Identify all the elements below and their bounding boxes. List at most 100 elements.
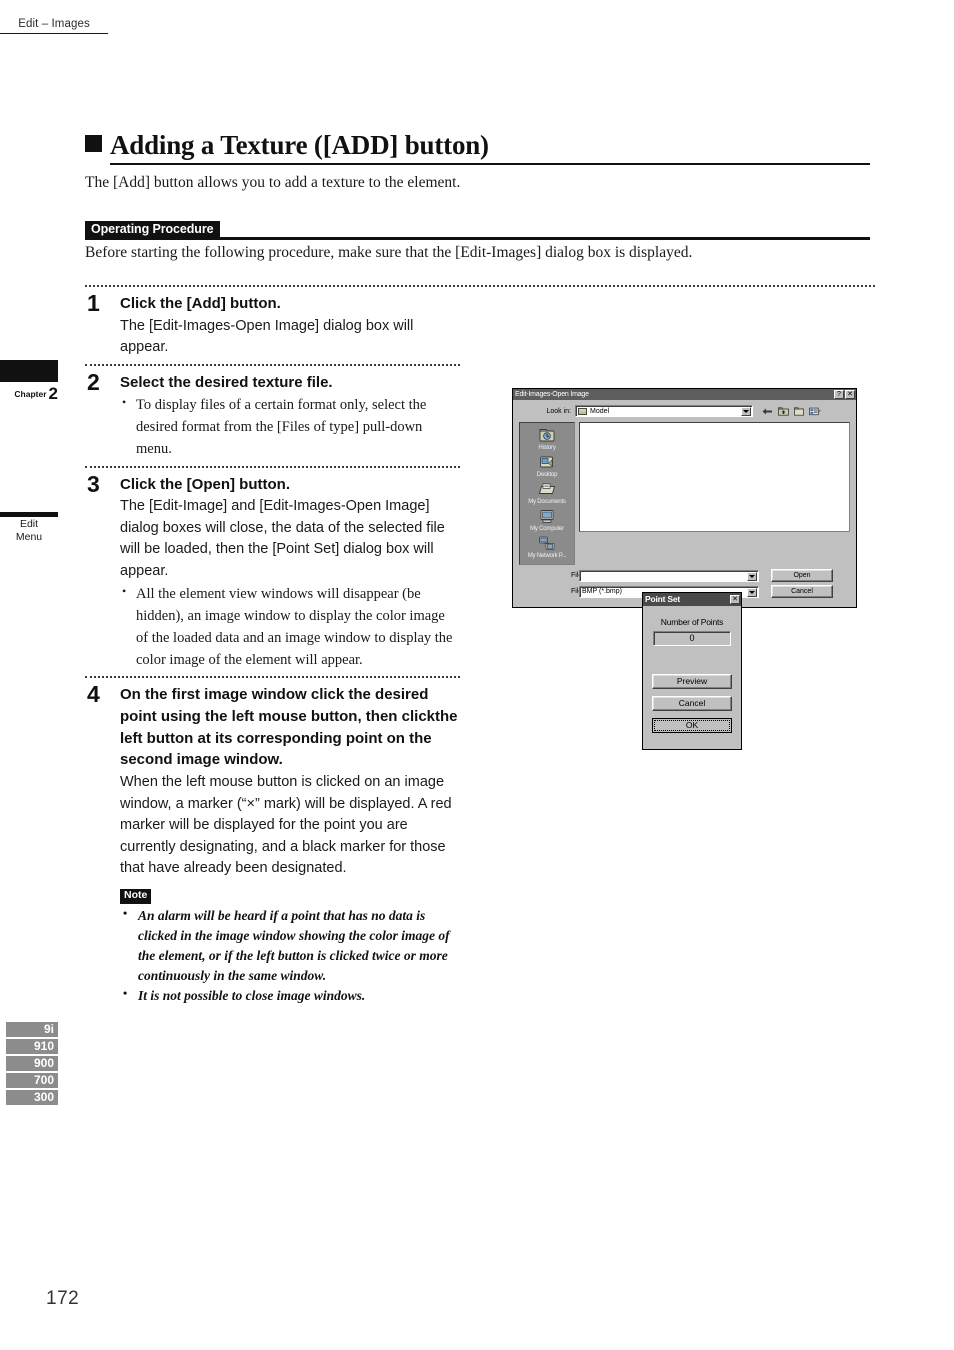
- place-label: My Network P...: [527, 553, 567, 559]
- cancel-button[interactable]: Cancel: [771, 585, 833, 598]
- close-icon[interactable]: ✕: [845, 390, 855, 399]
- chapter-label: Chapter 2: [0, 385, 58, 402]
- look-in-combo[interactable]: Model: [575, 405, 753, 417]
- file-name-label: File name:: [571, 572, 604, 579]
- place-label: My Documents: [528, 499, 566, 505]
- history-folder-icon: [537, 427, 557, 444]
- chapter-number: 2: [48, 384, 58, 403]
- dialog-titlebar: Edit-Images-Open Image ? ✕: [513, 389, 856, 400]
- step-item: 2 Select the desired texture file. To di…: [85, 366, 460, 466]
- model-tab: 900: [6, 1056, 58, 1071]
- page-number: 172: [46, 1288, 80, 1309]
- intro-paragraph: The [Add] button allows you to add a tex…: [85, 174, 461, 191]
- look-in-row: Look in: Model: [519, 405, 850, 417]
- my-computer-icon: [537, 508, 557, 525]
- model-tab: 9i: [6, 1022, 58, 1037]
- help-button[interactable]: ?: [834, 390, 844, 399]
- step-number: 1: [87, 290, 100, 316]
- close-icon[interactable]: ✕: [730, 595, 740, 604]
- dialog-main: History Desktop My Documents My Computer…: [519, 422, 850, 565]
- step-title: On the first image window click the desi…: [120, 686, 458, 769]
- heading-rule: [110, 163, 870, 165]
- folder-icon: [578, 407, 587, 415]
- step-title: Click the [Open] button.: [120, 475, 290, 493]
- step-number: 4: [87, 681, 100, 708]
- place-my-documents[interactable]: My Documents: [520, 481, 574, 506]
- files-of-type-label: Files of type:: [519, 588, 611, 595]
- place-label: My Computer: [530, 526, 564, 532]
- point-set-dialog[interactable]: Point Set ✕ Number of Points 0 Preview C…: [642, 592, 742, 750]
- file-name-input[interactable]: [579, 569, 759, 582]
- place-desktop[interactable]: Desktop: [520, 454, 574, 479]
- step-item: 1 Click the [Add] button. The [Edit-Imag…: [85, 287, 460, 364]
- step-body: The [Edit-Images-Open Image] dialog box …: [120, 317, 414, 356]
- step-bullets: All the element view windows will disapp…: [120, 582, 460, 671]
- place-label: Desktop: [536, 472, 558, 478]
- cancel-button[interactable]: Cancel: [652, 696, 732, 711]
- ok-button-label: OK: [654, 720, 730, 731]
- file-list-pane[interactable]: [579, 422, 850, 532]
- places-bar: History Desktop My Documents My Computer…: [519, 422, 575, 565]
- network-places-icon: [537, 535, 557, 552]
- step-title: Click the [Add] button.: [120, 295, 281, 312]
- chevron-down-icon[interactable]: [747, 587, 757, 597]
- dialog-titlebar: Point Set ✕: [643, 593, 741, 606]
- bullet-item: All the element view windows will disapp…: [120, 582, 460, 671]
- dialog-body: Number of Points 0 Preview Cancel OK: [643, 606, 741, 749]
- page-title: Adding a Texture ([ADD] button): [110, 130, 489, 160]
- desktop-icon: [537, 454, 557, 471]
- step-bullets: To display files of a certain format onl…: [120, 393, 460, 460]
- section-label-line2: Menu: [15, 531, 43, 544]
- up-one-level-icon[interactable]: [777, 406, 789, 417]
- running-header: Edit – Images: [0, 18, 108, 34]
- chapter-thumb-tab: [0, 360, 58, 382]
- place-history[interactable]: History: [520, 427, 574, 452]
- section-tab-label: Edit Menu: [0, 518, 58, 545]
- chevron-down-icon[interactable]: [741, 407, 751, 416]
- new-folder-icon[interactable]: [793, 406, 805, 417]
- step-title: Select the desired texture file.: [120, 373, 333, 391]
- dialog-title: Point Set: [645, 594, 681, 604]
- step-number: 2: [87, 368, 100, 395]
- dialog-toolbar: [761, 406, 821, 417]
- model-tab: 300: [6, 1090, 58, 1105]
- model-tab: 910: [6, 1039, 58, 1054]
- model-tab: 700: [6, 1073, 58, 1088]
- number-of-points-label: Number of Points: [660, 617, 724, 627]
- file-name-row: File name: Open: [519, 569, 850, 582]
- section-heading-row: Adding a Texture ([ADD] button): [85, 130, 870, 161]
- number-of-points-field[interactable]: 0: [653, 631, 731, 646]
- step-item: 4 On the first image window click the de…: [85, 678, 460, 1011]
- operating-procedure-rule: [85, 237, 870, 240]
- note-item: It is not possible to close image window…: [120, 985, 460, 1006]
- my-documents-icon: [537, 481, 557, 498]
- place-my-computer[interactable]: My Computer: [520, 508, 574, 533]
- operating-procedure-note: Before starting the following procedure,…: [85, 244, 693, 261]
- note-block: Note An alarm will be heard if a point t…: [120, 885, 460, 1005]
- preview-button[interactable]: Preview: [652, 674, 732, 689]
- edit-images-open-image-dialog[interactable]: Edit-Images-Open Image ? ✕ Look in: Mode…: [512, 388, 857, 608]
- chapter-word: Chapter: [14, 389, 47, 399]
- chevron-down-icon[interactable]: [747, 571, 757, 581]
- ok-button[interactable]: OK: [652, 718, 732, 733]
- model-tabs: 9i 910 900 700 300: [6, 1022, 58, 1107]
- files-of-type-value: BMP (*.bmp): [582, 588, 622, 595]
- step-body: When the left mouse button is clicked on…: [120, 774, 452, 876]
- back-icon[interactable]: [761, 406, 773, 417]
- place-my-network-places[interactable]: My Network P...: [520, 535, 574, 560]
- look-in-label: Look in:: [546, 407, 571, 415]
- step-number: 3: [87, 470, 100, 497]
- note-list: An alarm will be heard if a point that h…: [120, 905, 460, 1006]
- views-icon[interactable]: [809, 406, 821, 417]
- section-thumb-bar: [0, 512, 58, 517]
- dialog-title: Edit-Images-Open Image: [515, 391, 589, 398]
- note-badge: Note: [120, 889, 152, 904]
- step-body: The [Edit-Image] and [Edit-Images-Open I…: [120, 498, 445, 579]
- place-label: History: [538, 445, 556, 451]
- dialog-body: Look in: Model History Desktop My Docume…: [513, 400, 856, 607]
- section-label-line1: Edit: [19, 518, 39, 530]
- open-button[interactable]: Open: [771, 569, 833, 582]
- bullet-item: To display files of a certain format onl…: [120, 393, 460, 460]
- look-in-value: Model: [590, 407, 610, 415]
